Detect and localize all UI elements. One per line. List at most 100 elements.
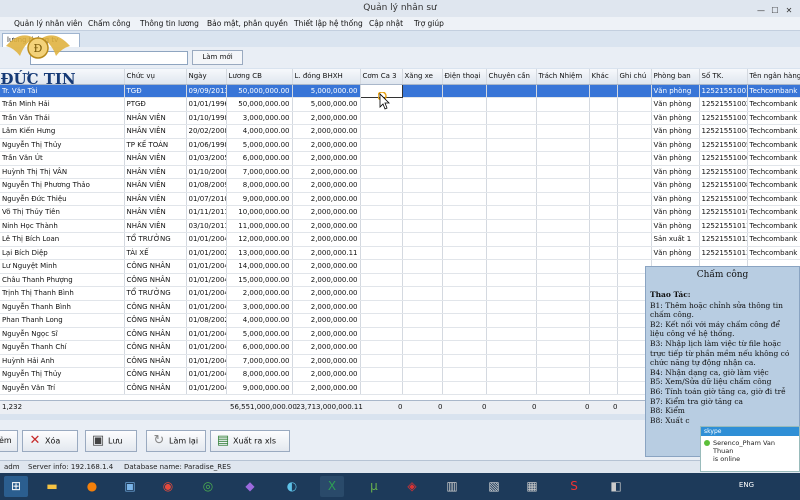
table-cell[interactable] [589,340,618,355]
table-cell[interactable] [442,340,487,355]
table-cell[interactable]: Văn phòng [651,124,700,139]
table-cell[interactable] [536,381,590,395]
table-cell[interactable] [442,124,487,139]
table-cell[interactable]: 12521551013 [699,246,748,260]
table-cell[interactable] [589,205,618,220]
table-row[interactable]: Ninh Học Thành NHÂN VIÊN 03/10/2011 11,000,… [0,219,800,233]
table-cell[interactable] [589,124,618,139]
table-cell[interactable] [589,313,618,328]
table-cell[interactable]: 01/01/2004 [186,354,227,368]
table-cell[interactable]: 01/01/2004 [186,381,227,395]
table-cell[interactable] [360,138,403,152]
table-cell[interactable]: 2,000,000.00 [292,138,361,152]
table-cell[interactable]: NHÂN VIÊN [124,151,187,166]
table-cell[interactable] [486,232,537,247]
menu-cap-nhat[interactable]: Cập nhật [369,19,403,28]
table-cell[interactable] [442,151,487,166]
table-cell[interactable] [402,151,443,166]
table-cell[interactable] [442,84,487,98]
table-cell[interactable] [402,340,443,355]
column-header[interactable]: Phòng ban [651,69,700,85]
table-cell[interactable]: 2,000,000.00 [292,165,361,179]
table-cell[interactable]: Techcombank [747,205,800,220]
table-cell[interactable] [486,192,537,206]
table-cell[interactable] [617,219,652,233]
table-cell[interactable] [360,178,403,193]
table-cell[interactable]: TỔ TRƯỞNG [124,232,187,247]
table-cell[interactable] [536,165,590,179]
table-cell[interactable]: 9,000,000.00 [226,381,293,395]
table-cell[interactable] [617,205,652,220]
table-cell[interactable] [360,246,403,260]
table-cell[interactable] [589,151,618,166]
table-cell[interactable] [617,124,652,139]
export-xls-button[interactable]: ▤ Xuất ra xls [210,430,290,452]
table-row[interactable]: Trần Văn Thái NHÂN VIÊN 01/10/1998 3,000,00… [0,111,800,125]
table-cell[interactable]: CÔNG NHÂN [124,259,187,274]
table-cell[interactable] [536,124,590,139]
table-cell[interactable] [536,97,590,112]
table-cell[interactable]: Văn phòng [651,138,700,152]
table-cell[interactable] [402,381,443,395]
table-cell[interactable]: CÔNG NHÂN [124,327,187,341]
table-cell[interactable] [486,138,537,152]
table-cell[interactable]: CÔNG NHÂN [124,354,187,368]
table-cell[interactable]: TÀI XẾ [124,246,187,260]
table-cell[interactable]: 4,000,000.00 [226,124,293,139]
table-cell[interactable] [536,259,590,274]
table-cell[interactable]: 01/08/2009 [186,178,227,193]
table-cell[interactable] [360,259,403,274]
table-cell[interactable]: 14,000,000.00 [226,259,293,274]
table-cell[interactable]: CÔNG NHÂN [124,313,187,328]
table-cell[interactable] [486,151,537,166]
table-cell[interactable] [402,259,443,274]
table-cell[interactable]: 2,000,000.00 [292,192,361,206]
table-cell[interactable]: Trịnh Thị Thanh Bình [0,286,125,301]
table-cell[interactable]: 2,000,000.00 [292,273,361,287]
table-cell[interactable]: 11,000,000.00 [226,219,293,233]
table-cell[interactable] [617,165,652,179]
table-cell[interactable]: 3,000,000.00 [226,111,293,125]
table-cell[interactable] [442,192,487,206]
table-cell[interactable] [486,313,537,328]
app-icon[interactable]: ◧ [604,476,628,497]
table-cell[interactable]: 12521551003 [699,111,748,125]
table-cell[interactable] [536,192,590,206]
table-cell[interactable]: Nguyễn Đức Thiệu [0,192,125,206]
table-cell[interactable] [536,327,590,341]
table-cell[interactable]: CÔNG NHÂN [124,300,187,314]
table-cell[interactable] [589,219,618,233]
table-cell[interactable]: Văn phòng [651,84,700,98]
table-cell[interactable]: Nguyễn Ngọc Sĩ [0,327,125,341]
table-cell[interactable]: 12521551005 [699,138,748,152]
table-cell[interactable] [536,273,590,287]
table-cell[interactable]: Trần Minh Hải [0,97,125,112]
table-cell[interactable]: TP KẾ TOÁN [124,138,187,152]
table-cell[interactable]: 4,000,000.00 [226,313,293,328]
table-cell[interactable]: 01/06/1998 [186,138,227,152]
table-cell[interactable]: Techcombank [747,138,800,152]
table-cell[interactable] [589,259,618,274]
table-cell[interactable]: 12,000,000.00 [226,232,293,247]
table-row[interactable]: Lê Thị Bích Loan TỔ TRƯỞNG 01/01/2004 12,00… [0,232,800,247]
table-cell[interactable] [536,178,590,193]
table-cell[interactable] [486,246,537,260]
table-cell[interactable]: Nguyễn Thị Thủy [0,138,125,152]
table-cell[interactable] [536,340,590,355]
column-header[interactable]: Cơm Ca 3 [360,69,403,85]
table-cell[interactable]: 2,000,000.11 [292,246,361,260]
table-cell[interactable] [360,286,403,301]
table-cell[interactable] [486,124,537,139]
table-cell[interactable] [442,165,487,179]
chrome-icon[interactable]: ◎ [196,476,220,497]
table-cell[interactable] [402,232,443,247]
app-icon[interactable]: ▥ [440,476,464,497]
table-cell[interactable] [617,111,652,125]
table-cell[interactable]: 6,000,000.00 [226,340,293,355]
table-cell[interactable] [589,367,618,382]
table-cell[interactable] [536,367,590,382]
table-cell[interactable] [442,178,487,193]
table-cell[interactable]: NHÂN VIÊN [124,178,187,193]
table-cell[interactable] [617,178,652,193]
save-button[interactable]: ▣ Lưu [85,430,137,452]
